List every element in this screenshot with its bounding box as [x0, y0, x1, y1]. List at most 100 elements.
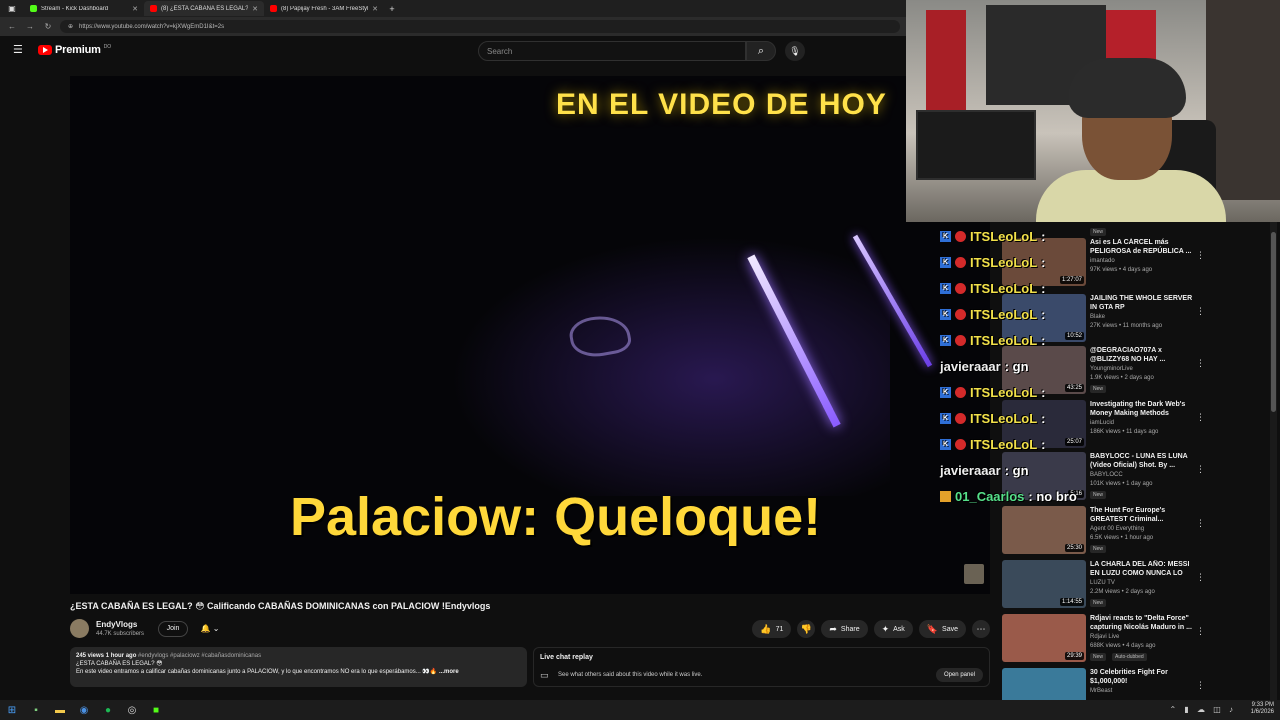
- obs-icon[interactable]: ◎: [120, 700, 144, 720]
- new-tab-button[interactable]: +: [384, 4, 400, 14]
- video-title[interactable]: BABYLOCC - LUNA ES LUNA (Video Oficial) …: [1090, 452, 1200, 470]
- clock[interactable]: 9:33 PM 1/6/2026: [1251, 702, 1274, 716]
- open-panel-button[interactable]: Open panel: [935, 668, 983, 682]
- more-vert-icon[interactable]: ⋮: [1196, 412, 1205, 423]
- notifications-button[interactable]: 🔔 ⌄: [194, 621, 226, 637]
- channel-name[interactable]: imantado: [1090, 258, 1200, 264]
- spotify-icon[interactable]: ●: [96, 700, 120, 720]
- channel-name[interactable]: LUZU TV: [1090, 580, 1200, 586]
- more-vert-icon[interactable]: ⋮: [1196, 680, 1205, 691]
- kick-badge-icon: K: [940, 386, 951, 398]
- voice-search-button[interactable]: 🎙: [785, 41, 805, 61]
- channel-name[interactable]: Agent 00 Everything: [1090, 526, 1200, 532]
- save-button[interactable]: 🔖 Save: [918, 620, 966, 638]
- video-meta: 101K views • 1 day ago: [1090, 481, 1153, 487]
- more-vert-icon[interactable]: ⋮: [1196, 626, 1205, 637]
- channel-name[interactable]: Blake: [1090, 314, 1200, 320]
- hamburger-menu-icon[interactable]: ☰: [13, 44, 27, 56]
- more-vert-icon[interactable]: ⋮: [1196, 518, 1205, 529]
- video-title[interactable]: 30 Celebrities Fight For $1,000,000!: [1090, 668, 1200, 686]
- hashtags[interactable]: #endyvlogs #palaciowz #cabañasdominicana…: [138, 653, 261, 659]
- close-tab-icon[interactable]: ✕: [132, 5, 138, 13]
- recommended-video[interactable]: 1:14:55 LA CHARLA DEL AÑO: MESSI EN LUZU…: [1000, 558, 1270, 610]
- browser-icon[interactable]: ◉: [72, 700, 96, 720]
- chat-username: ITSLeoLoL: [970, 410, 1038, 426]
- channel-name[interactable]: iamLucid: [1090, 420, 1200, 426]
- tab-youtube-active[interactable]: (8) ¿ESTA CABAÑA ES LEGAL? 😳 ✕: [144, 1, 264, 16]
- more-actions-button[interactable]: ⋯: [972, 620, 990, 638]
- record-badge-icon: [955, 438, 966, 450]
- url-field[interactable]: ⊕ https://www.youtube.com/watch?v=kjXWgE…: [60, 20, 900, 33]
- more-vert-icon[interactable]: ⋮: [1196, 358, 1205, 369]
- file-explorer-icon[interactable]: ▬: [48, 700, 72, 720]
- channel-watermark-icon[interactable]: [964, 564, 984, 584]
- video-title[interactable]: LA CHARLA DEL AÑO: MESSI EN LUZU COMO NU…: [1090, 560, 1200, 578]
- video-duration: 29:39: [1064, 652, 1084, 660]
- like-button[interactable]: 👍 71: [752, 620, 792, 638]
- share-button[interactable]: ➦ Share: [821, 620, 868, 638]
- recommendations-scrollbar[interactable]: [1270, 222, 1277, 700]
- chat-username: ITSLeoLoL: [970, 306, 1038, 322]
- channel-name-main[interactable]: EndyVlogs: [96, 620, 137, 629]
- video-title[interactable]: Investigating the Dark Web's Money Makin…: [1090, 400, 1200, 418]
- close-tab-icon[interactable]: ✕: [372, 5, 378, 13]
- video-meta: 6.5K views • 1 hour ago: [1090, 535, 1154, 541]
- more-vert-icon[interactable]: ⋮: [1196, 250, 1205, 261]
- video-title[interactable]: The Hunt For Europe's GREATEST Criminal.…: [1090, 506, 1200, 524]
- channel-name[interactable]: MrBeast: [1090, 688, 1200, 694]
- video-player[interactable]: EN EL VIDEO DE HOY Palaciow: Queloque!: [70, 76, 990, 594]
- record-badge-icon: [955, 386, 966, 398]
- video-title[interactable]: Asi es LA CÁRCEL más PELIGROSA de REPÚBL…: [1090, 238, 1200, 256]
- windows-start-icon[interactable]: ⊞: [0, 700, 24, 720]
- window-menu-icon[interactable]: ▣: [0, 4, 24, 13]
- new-badge: New: [1090, 599, 1107, 607]
- video-title[interactable]: JAILING THE WHOLE SERVER IN GTA RP: [1090, 294, 1200, 312]
- reload-icon[interactable]: ↻: [42, 22, 54, 31]
- more-vert-icon[interactable]: ⋮: [1196, 572, 1205, 583]
- channel-name[interactable]: Rdjavi Live: [1090, 634, 1200, 640]
- kick-badge-icon: K: [940, 230, 951, 242]
- tab-kick-dashboard[interactable]: Stream - Kick Dashboard ✕: [24, 1, 144, 16]
- close-tab-icon[interactable]: ✕: [252, 5, 258, 13]
- video-thumbnail[interactable]: 29:39: [1002, 614, 1086, 662]
- back-arrow-icon[interactable]: ←: [6, 22, 18, 31]
- ask-button[interactable]: ✦ Ask: [873, 620, 913, 638]
- video-duration: 25:30: [1064, 544, 1084, 552]
- youtube-premium-logo[interactable]: Premium DO: [38, 44, 111, 56]
- new-badge: New: [1090, 545, 1107, 553]
- recommended-video[interactable]: 29:39 Rdjavi reacts to "Delta Force" cap…: [1000, 612, 1270, 664]
- system-tray-icons[interactable]: ⌃ ▮ ☁ ◫ ♪: [1169, 705, 1236, 714]
- video-title[interactable]: @DEGRACIAO707A x @BLIZZY68 NO HAY ...: [1090, 346, 1200, 364]
- chat-text: :: [1041, 332, 1046, 348]
- chat-username: javieraaar: [940, 358, 1001, 374]
- webcam-curtain: [926, 10, 966, 120]
- forward-arrow-icon[interactable]: →: [24, 22, 36, 31]
- video-description[interactable]: 245 views 1 hour ago #endyvlogs #palacio…: [70, 647, 527, 687]
- scrollbar-thumb[interactable]: [1271, 232, 1276, 412]
- channel-name[interactable]: BABYLOCC: [1090, 472, 1200, 478]
- like-count: 71: [775, 625, 784, 633]
- tab-papijay[interactable]: (8) Papijay Fresh - 3AM FreeStyle ✕: [264, 1, 384, 16]
- channel-name[interactable]: YoungminorLive: [1090, 366, 1200, 372]
- site-info-icon[interactable]: ⊕: [68, 23, 73, 30]
- chat-username: javieraaar: [940, 462, 1001, 478]
- show-more-link[interactable]: ...more: [439, 669, 459, 675]
- search-button[interactable]: ⌕: [746, 41, 776, 61]
- dislike-button[interactable]: 👎: [797, 620, 816, 638]
- join-button[interactable]: Join: [158, 621, 188, 637]
- logo-country-code: DO: [103, 44, 112, 50]
- more-vert-icon[interactable]: ⋮: [1196, 306, 1205, 317]
- live-chat-subtitle: See what others said about this video wh…: [558, 672, 703, 678]
- chat-username: ITSLeoLoL: [970, 436, 1038, 452]
- video-thumbnail[interactable]: [1002, 668, 1086, 700]
- search-input[interactable]: Search: [478, 41, 746, 61]
- kick-favicon-icon: [30, 5, 37, 12]
- video-thumbnail[interactable]: 1:14:55: [1002, 560, 1086, 608]
- chat-message: K ITSLeoLoL:: [940, 304, 1046, 324]
- recommended-video[interactable]: 30 Celebrities Fight For $1,000,000! MrB…: [1000, 666, 1270, 700]
- kick-icon[interactable]: ■: [144, 700, 168, 720]
- video-title[interactable]: Rdjavi reacts to "Delta Force" capturing…: [1090, 614, 1200, 632]
- more-vert-icon[interactable]: ⋮: [1196, 464, 1205, 475]
- channel-avatar[interactable]: [70, 619, 89, 638]
- terminal-icon[interactable]: ▪: [24, 700, 48, 720]
